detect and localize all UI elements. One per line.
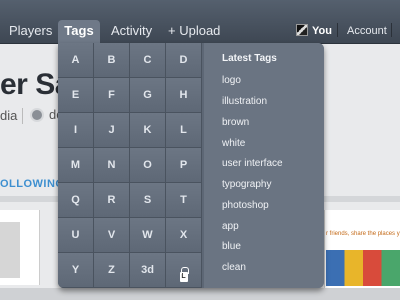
letter-key[interactable]: B: [94, 43, 130, 78]
letter-key[interactable]: J: [94, 113, 130, 148]
letter-key[interactable]: R: [94, 183, 130, 218]
latest-tag-link[interactable]: brown: [222, 117, 249, 128]
letter-key[interactable]: O: [130, 148, 166, 183]
top-navigation-bar: Players Tags Activity + Upload You Accou…: [0, 0, 400, 44]
latest-tag-link[interactable]: blue: [222, 241, 241, 252]
letter-key[interactable]: D: [166, 43, 202, 78]
latest-tag-link[interactable]: white: [222, 138, 245, 149]
latest-tag-link[interactable]: typography: [222, 179, 271, 190]
latest-tag-link[interactable]: photoshop: [222, 200, 269, 211]
letter-key[interactable]: E: [58, 78, 94, 113]
letter-key[interactable]: G: [130, 78, 166, 113]
latest-tag-link[interactable]: illustration: [222, 96, 267, 107]
shot-card-image: [326, 250, 400, 286]
nav-tags[interactable]: Tags: [58, 20, 100, 44]
letter-key-lock[interactable]: L: [166, 253, 202, 288]
letter-key-3d[interactable]: 3d: [130, 253, 166, 288]
nav-divider: [337, 23, 338, 37]
letter-key[interactable]: V: [94, 218, 130, 253]
nav-user[interactable]: You: [312, 20, 332, 44]
latest-tags-panel: Latest Tags logo illustration brown whit…: [204, 43, 324, 288]
globe-icon: [30, 108, 44, 122]
subtitle-divider: [22, 108, 23, 124]
letter-key[interactable]: P: [166, 148, 202, 183]
tags-dropdown: A B C D E F G H I J K L M N O P Q R S T …: [58, 43, 324, 288]
shot-thumbnail-image: [0, 222, 20, 278]
letter-key[interactable]: Z: [94, 253, 130, 288]
letter-key[interactable]: N: [94, 148, 130, 183]
letter-key[interactable]: Y: [58, 253, 94, 288]
nav-players[interactable]: Players: [9, 20, 52, 44]
following-tab[interactable]: OLLOWING: [0, 178, 65, 190]
latest-tag-link[interactable]: app: [222, 221, 239, 232]
letter-key[interactable]: W: [130, 218, 166, 253]
letter-key[interactable]: I: [58, 113, 94, 148]
profile-subtitle: dia: [0, 108, 18, 123]
latest-tags-title: Latest Tags: [222, 53, 277, 64]
letter-key[interactable]: K: [130, 113, 166, 148]
nav-divider: [391, 23, 392, 37]
nav-account[interactable]: Account: [347, 20, 387, 44]
shot-card-text: r friends, share the places you g... tra…: [326, 231, 400, 237]
nav-upload[interactable]: + Upload: [168, 20, 220, 44]
letter-grid: A B C D E F G H I J K L M N O P Q R S T …: [58, 43, 204, 288]
latest-tag-link[interactable]: clean: [222, 262, 246, 273]
lock-icon-letter: L: [181, 273, 186, 280]
bottom-strip: [0, 288, 400, 300]
latest-tag-link[interactable]: user interface: [222, 158, 283, 169]
letter-key[interactable]: M: [58, 148, 94, 183]
user-avatar[interactable]: [296, 24, 308, 36]
letter-key[interactable]: F: [94, 78, 130, 113]
letter-key[interactable]: Q: [58, 183, 94, 218]
letter-key[interactable]: A: [58, 43, 94, 78]
letter-key[interactable]: S: [130, 183, 166, 218]
latest-tag-link[interactable]: logo: [222, 75, 241, 86]
letter-key[interactable]: T: [166, 183, 202, 218]
lock-icon: L: [179, 267, 189, 282]
letter-key[interactable]: L: [166, 113, 202, 148]
letter-key[interactable]: C: [130, 43, 166, 78]
letter-key[interactable]: U: [58, 218, 94, 253]
letter-key[interactable]: X: [166, 218, 202, 253]
nav-activity[interactable]: Activity: [111, 20, 152, 44]
letter-key[interactable]: H: [166, 78, 202, 113]
